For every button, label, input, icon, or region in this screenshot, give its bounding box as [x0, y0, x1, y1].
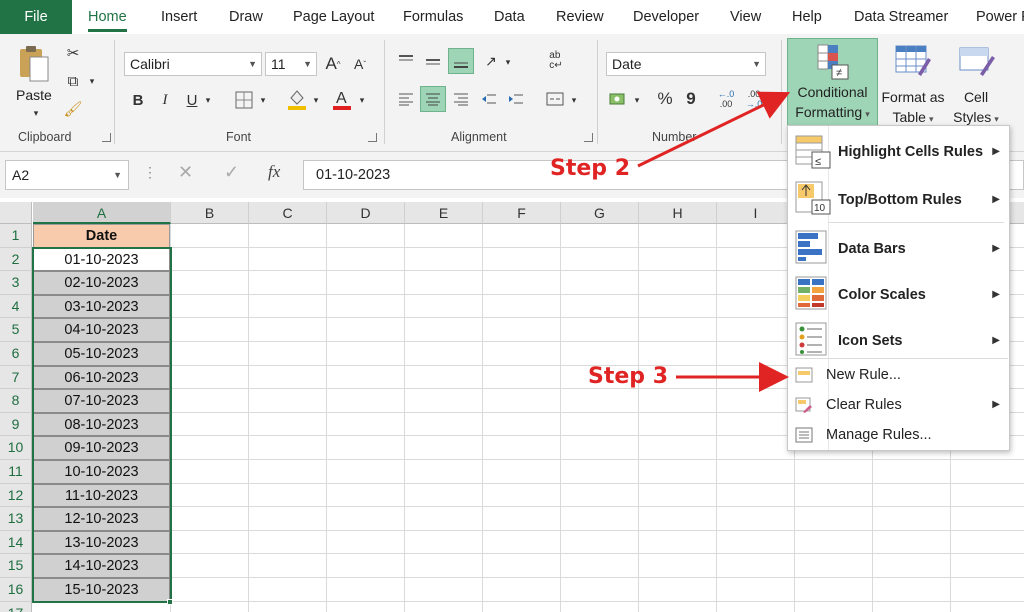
step-2-arrow: [637, 91, 791, 168]
annotation-arrows: [637, 91, 791, 392]
